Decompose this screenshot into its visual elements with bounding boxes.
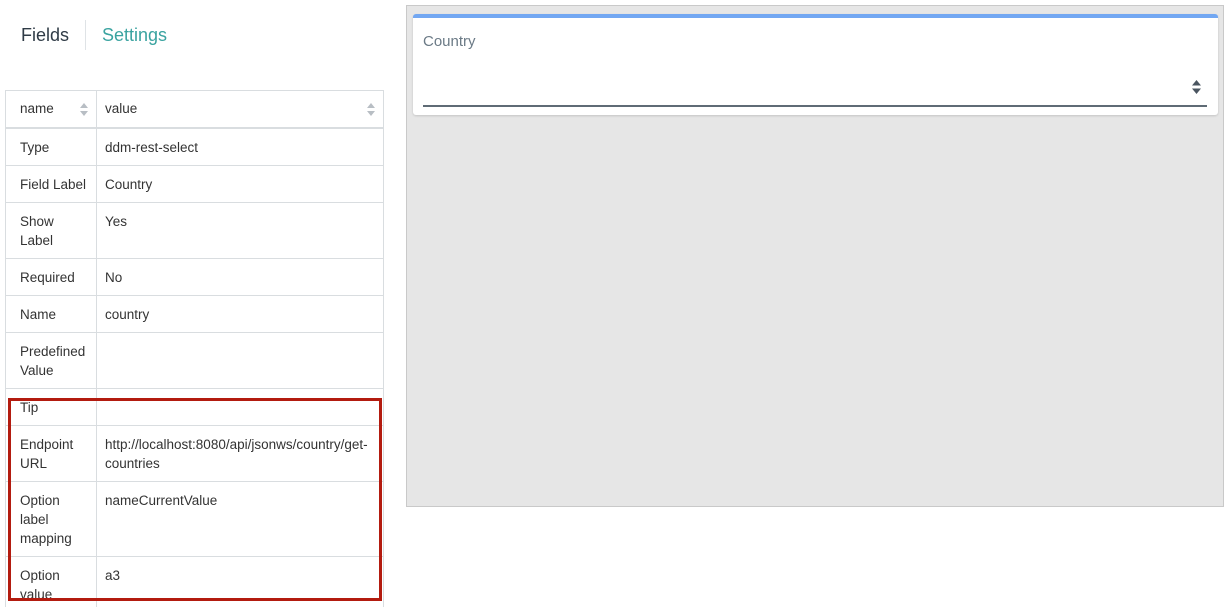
field-preview-card[interactable]: Country <box>413 14 1218 115</box>
table-row: Name country <box>5 294 384 333</box>
row-name: Show Label <box>5 201 97 259</box>
properties-table: name value Type ddm-rest-select Field La… <box>5 90 384 607</box>
table-row: Option label mapping nameCurrentValue <box>5 480 384 557</box>
column-header-name[interactable]: name <box>5 90 97 129</box>
column-header-value-label: value <box>105 101 138 117</box>
row-name: Type <box>5 127 97 166</box>
tab-bar: Fields Settings <box>0 14 183 56</box>
row-name: Field Label <box>5 164 97 203</box>
table-row: Field Label Country <box>5 164 384 203</box>
table-row: Required No <box>5 257 384 296</box>
table-header-row: name value <box>5 90 384 129</box>
row-value <box>96 387 384 426</box>
row-name: Option label mapping <box>5 480 97 557</box>
table-row: Show Label Yes <box>5 201 384 259</box>
column-header-name-label: name <box>20 101 54 117</box>
row-value: a3 <box>96 555 384 607</box>
row-value: ddm-rest-select <box>96 127 384 166</box>
table-row: Tip <box>5 387 384 426</box>
row-name: Endpoint URL <box>5 424 97 482</box>
row-name: Predefined Value <box>5 331 97 389</box>
row-value: Yes <box>96 201 384 259</box>
field-label: Country <box>423 33 476 50</box>
column-header-value[interactable]: value <box>96 90 384 129</box>
table-row: Type ddm-rest-select <box>5 127 384 166</box>
sort-icon <box>367 103 375 116</box>
row-value: country <box>96 294 384 333</box>
table-row: Endpoint URL http://localhost:8080/api/j… <box>5 424 384 482</box>
country-select[interactable] <box>423 63 1207 107</box>
row-value: http://localhost:8080/api/jsonws/country… <box>96 424 384 482</box>
row-name: Tip <box>5 387 97 426</box>
select-arrows-icon <box>1192 80 1201 94</box>
row-name: Name <box>5 294 97 333</box>
row-value: Country <box>96 164 384 203</box>
row-value <box>96 331 384 389</box>
table-row: Predefined Value <box>5 331 384 389</box>
row-name: Option value mapping <box>5 555 97 607</box>
table-row: Option value mapping a3 <box>5 555 384 607</box>
row-value: nameCurrentValue <box>96 480 384 557</box>
tab-settings[interactable]: Settings <box>86 14 183 56</box>
row-name: Required <box>5 257 97 296</box>
form-preview-panel: Country <box>406 5 1224 507</box>
row-value: No <box>96 257 384 296</box>
tab-fields[interactable]: Fields <box>0 14 85 56</box>
sort-icon <box>80 103 88 116</box>
